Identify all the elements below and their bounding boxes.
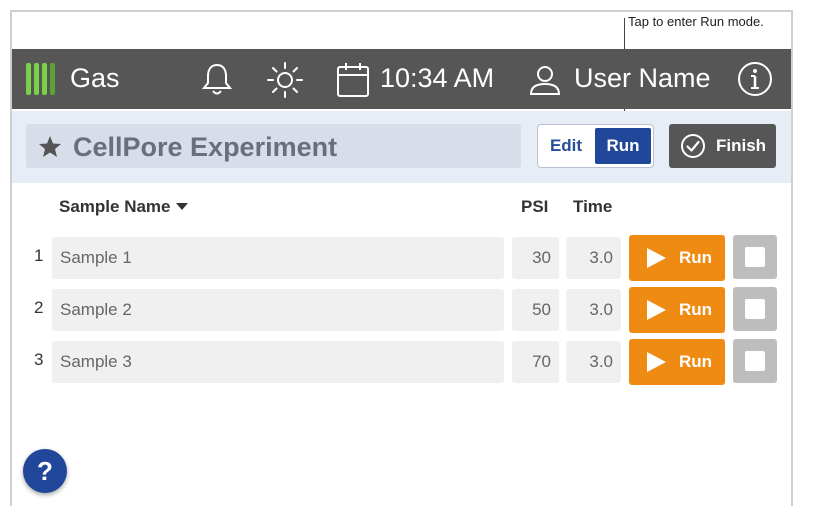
psi-field[interactable]: 30	[512, 237, 559, 279]
time-field[interactable]: 3.0	[566, 341, 621, 383]
run-sample-button[interactable]: Run	[629, 339, 725, 385]
sort-down-icon[interactable]	[175, 202, 188, 210]
finish-label: Finish	[716, 136, 767, 155]
sample-name-field[interactable]: Sample 2	[52, 289, 504, 331]
experiment-bar: CellPore Experiment Edit Run Finish	[12, 111, 791, 183]
experiment-title-field[interactable]: CellPore Experiment	[26, 124, 521, 168]
psi-value: 70	[532, 352, 551, 371]
time-field[interactable]: 3.0	[566, 289, 621, 331]
sample-checkbox[interactable]	[733, 339, 777, 383]
gas-label[interactable]: Gas	[70, 63, 120, 94]
info-icon[interactable]	[736, 60, 774, 98]
calendar-icon[interactable]	[336, 61, 370, 99]
experiment-title: CellPore Experiment	[73, 132, 338, 162]
checkbox-box	[745, 351, 765, 371]
top-bar: Gas 10:34 AM User Name	[12, 49, 791, 109]
user-name[interactable]: User Name	[574, 63, 711, 94]
check-circle-icon	[681, 134, 705, 158]
sample-row: 2 Sample 2 50 3.0 Run	[12, 287, 791, 333]
sample-row: 3 Sample 3 70 3.0 Run	[12, 339, 791, 385]
mode-toggle: Edit Run	[537, 124, 654, 168]
sample-name-header-label: Sample Name	[59, 197, 171, 216]
row-number: 1	[34, 246, 44, 265]
bell-icon[interactable]	[200, 61, 234, 97]
gas-bars-icon[interactable]	[26, 63, 55, 95]
run-mode-button[interactable]: Run	[595, 128, 651, 164]
column-header-sample-name[interactable]: Sample Name	[59, 197, 188, 217]
psi-field[interactable]: 70	[512, 341, 559, 383]
column-header-psi: PSI	[521, 197, 549, 216]
sample-name-value: Sample 3	[60, 352, 132, 371]
column-header-time: Time	[573, 197, 613, 216]
run-sample-button[interactable]: Run	[629, 235, 725, 281]
time-value: 3.0	[589, 248, 613, 267]
sample-row: 1 Sample 1 30 3.0 Run	[12, 235, 791, 281]
sample-name-value: Sample 1	[60, 248, 132, 267]
checkbox-box	[745, 247, 765, 267]
sample-name-field[interactable]: Sample 3	[52, 341, 504, 383]
sample-name-field[interactable]: Sample 1	[52, 237, 504, 279]
star-icon[interactable]	[38, 135, 62, 158]
run-sample-label: Run	[679, 248, 713, 267]
frame-top-border	[10, 10, 792, 12]
clock-time[interactable]: 10:34 AM	[380, 63, 494, 94]
play-icon	[647, 300, 666, 320]
psi-field[interactable]: 50	[512, 289, 559, 331]
sample-checkbox[interactable]	[733, 287, 777, 331]
play-icon	[647, 248, 666, 268]
user-icon[interactable]	[528, 63, 562, 97]
edit-mode-button[interactable]: Edit	[538, 125, 594, 167]
row-number: 3	[34, 350, 44, 369]
run-sample-label: Run	[679, 300, 713, 319]
time-value: 3.0	[589, 300, 613, 319]
psi-value: 50	[532, 300, 551, 319]
sample-checkbox[interactable]	[733, 235, 777, 279]
help-button[interactable]: ?	[23, 449, 67, 493]
sun-icon[interactable]	[266, 61, 304, 99]
time-value: 3.0	[589, 352, 613, 371]
row-number: 2	[34, 298, 44, 317]
sample-name-value: Sample 2	[60, 300, 132, 319]
run-sample-label: Run	[679, 352, 713, 371]
run-sample-button[interactable]: Run	[629, 287, 725, 333]
play-icon	[647, 352, 666, 372]
checkbox-box	[745, 299, 765, 319]
time-field[interactable]: 3.0	[566, 237, 621, 279]
psi-value: 30	[532, 248, 551, 267]
annotation-callout: Tap to enter Run mode.	[628, 14, 764, 29]
finish-button[interactable]: Finish	[669, 124, 776, 168]
frame-right-border	[791, 10, 793, 506]
